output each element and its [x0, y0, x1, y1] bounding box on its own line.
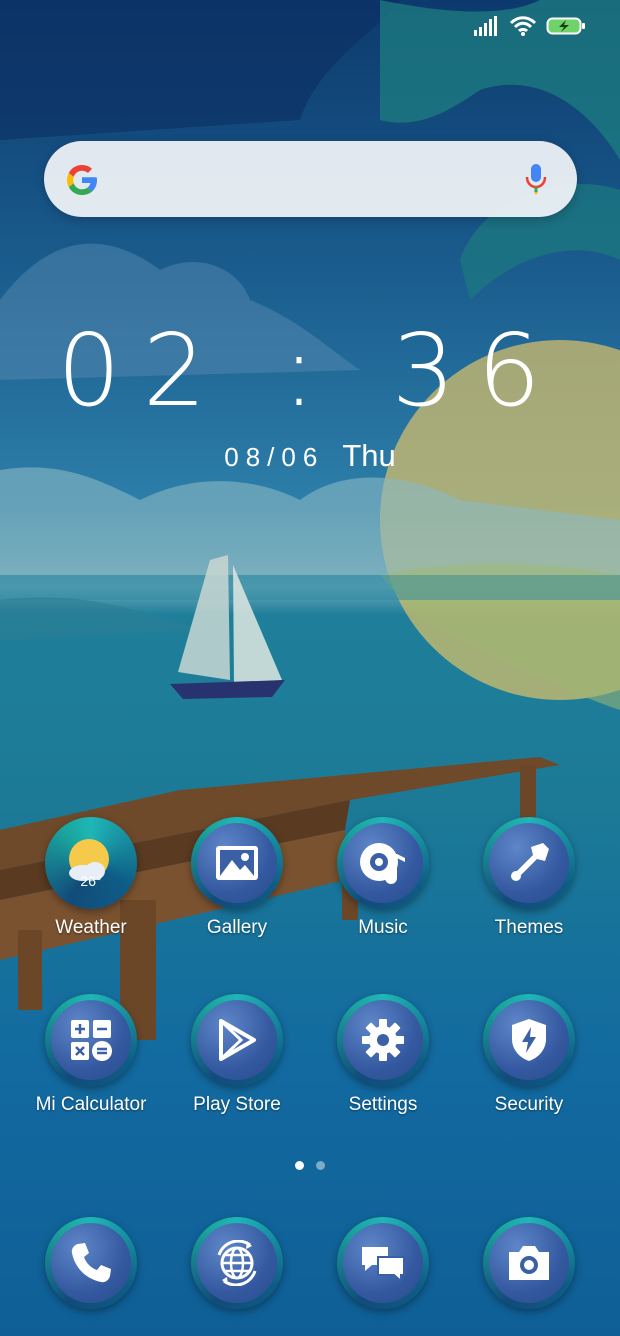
signal-bars-icon	[474, 16, 497, 36]
date-widget[interactable]: 08/06 Thu	[0, 440, 620, 473]
mic-icon[interactable]	[525, 163, 547, 195]
app-security[interactable]: Security	[456, 994, 602, 1116]
google-logo-icon	[67, 165, 97, 195]
app-label: Mi Calculator	[35, 1094, 147, 1115]
google-search-bar[interactable]	[44, 141, 577, 217]
page-indicator[interactable]	[295, 1161, 325, 1170]
browser-icon	[191, 1217, 283, 1309]
brush-icon	[483, 817, 575, 909]
home-screen: 02 : 36 08/06 Thu 26° Weather Gallery Mu…	[0, 0, 620, 1336]
dock-messages[interactable]	[310, 1217, 456, 1309]
battery-charging-icon	[546, 17, 585, 35]
app-label: Play Store	[193, 1094, 281, 1115]
app-label: Themes	[494, 917, 564, 938]
app-settings[interactable]: Settings	[310, 994, 456, 1116]
app-label: Gallery	[206, 917, 268, 938]
app-gallery[interactable]: Gallery	[164, 817, 310, 939]
shield-icon	[483, 994, 575, 1086]
messages-icon	[337, 1217, 429, 1309]
dock-browser[interactable]	[164, 1217, 310, 1309]
page-dot-active[interactable]	[295, 1161, 304, 1170]
dock-camera[interactable]	[456, 1217, 602, 1309]
play-store-icon	[191, 994, 283, 1086]
page-dot[interactable]	[316, 1161, 325, 1170]
app-weather[interactable]: 26° Weather	[18, 817, 164, 939]
camera-icon	[483, 1217, 575, 1309]
app-label: Security	[494, 1094, 564, 1115]
app-label: Settings	[348, 1094, 418, 1115]
clock-widget[interactable]: 02 : 36	[0, 316, 620, 426]
weather-icon	[45, 817, 137, 909]
app-themes[interactable]: Themes	[456, 817, 602, 939]
app-play-store[interactable]: Play Store	[164, 994, 310, 1116]
clock-weekday: Thu	[342, 438, 396, 473]
clock-time: 02 : 36	[57, 312, 563, 429]
wifi-icon	[510, 16, 536, 36]
phone-icon	[45, 1217, 137, 1309]
clock-date: 08/06	[224, 442, 325, 472]
app-mi-calculator[interactable]: Mi Calculator	[18, 994, 164, 1116]
app-label: Weather	[55, 917, 127, 938]
app-label: Music	[358, 917, 408, 938]
app-music[interactable]: Music	[310, 817, 456, 939]
music-icon	[337, 817, 429, 909]
gear-icon	[337, 994, 429, 1086]
status-bar	[474, 16, 586, 36]
weather-temperature: 26°	[80, 873, 102, 889]
gallery-icon	[191, 817, 283, 909]
dock-phone[interactable]	[18, 1217, 164, 1309]
calculator-icon	[45, 994, 137, 1086]
